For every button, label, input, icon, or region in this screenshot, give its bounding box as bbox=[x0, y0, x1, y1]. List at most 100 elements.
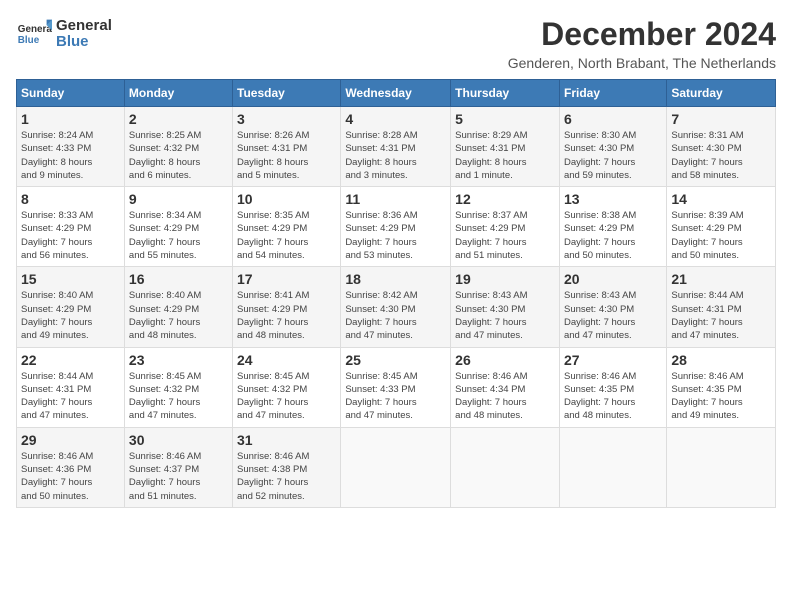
logo-icon: General Blue bbox=[16, 16, 52, 52]
logo-text2: Blue bbox=[56, 34, 112, 51]
day-info: Sunrise: 8:29 AMSunset: 4:31 PMDaylight:… bbox=[455, 129, 555, 182]
day-info: Sunrise: 8:39 AMSunset: 4:29 PMDaylight:… bbox=[671, 209, 771, 262]
day-cell: 26 Sunrise: 8:46 AMSunset: 4:34 PMDayligh… bbox=[451, 347, 560, 427]
week-row-1: 1 Sunrise: 8:24 AMSunset: 4:33 PMDaylight… bbox=[17, 107, 776, 187]
week-row-5: 29 Sunrise: 8:46 AMSunset: 4:36 PMDayligh… bbox=[17, 427, 776, 507]
col-header-wednesday: Wednesday bbox=[341, 80, 451, 107]
month-title: December 2024 bbox=[508, 16, 776, 53]
calendar-table: SundayMondayTuesdayWednesdayThursdayFrid… bbox=[16, 79, 776, 508]
day-cell: 17Sunrise: 8:41 AMSunset: 4:29 PMDayligh… bbox=[233, 267, 341, 347]
day-cell: 19 Sunrise: 8:43 AMSunset: 4:30 PMDayligh… bbox=[451, 267, 560, 347]
logo: General Blue General Blue bbox=[16, 16, 112, 52]
day-info: Sunrise: 8:45 AMSunset: 4:32 PMDaylight:… bbox=[129, 370, 228, 423]
week-row-3: 15 Sunrise: 8:40 AMSunset: 4:29 PMDayligh… bbox=[17, 267, 776, 347]
day-info: Sunrise: 8:45 AMSunset: 4:32 PMDaylight:… bbox=[237, 370, 336, 423]
day-number: 29 bbox=[21, 432, 120, 448]
location: Genderen, North Brabant, The Netherlands bbox=[508, 55, 776, 71]
day-number: 25 bbox=[345, 352, 446, 368]
col-header-thursday: Thursday bbox=[451, 80, 560, 107]
day-cell: 12 Sunrise: 8:37 AMSunset: 4:29 PMDayligh… bbox=[451, 187, 560, 267]
day-number: 9 bbox=[129, 191, 228, 207]
day-info: Sunrise: 8:45 AMSunset: 4:33 PMDaylight:… bbox=[345, 370, 446, 423]
day-number: 3 bbox=[237, 111, 336, 127]
day-number: 8 bbox=[21, 191, 120, 207]
day-cell: 9 Sunrise: 8:34 AMSunset: 4:29 PMDaylight… bbox=[124, 187, 232, 267]
col-header-saturday: Saturday bbox=[667, 80, 776, 107]
day-info: Sunrise: 8:40 AMSunset: 4:29 PMDaylight:… bbox=[129, 289, 228, 342]
day-number: 2 bbox=[129, 111, 228, 127]
day-number: 28 bbox=[671, 352, 771, 368]
day-cell: 24Sunrise: 8:45 AMSunset: 4:32 PMDayligh… bbox=[233, 347, 341, 427]
day-info: Sunrise: 8:43 AMSunset: 4:30 PMDaylight:… bbox=[455, 289, 555, 342]
day-cell: 29 Sunrise: 8:46 AMSunset: 4:36 PMDayligh… bbox=[17, 427, 125, 507]
day-info: Sunrise: 8:46 AMSunset: 4:37 PMDaylight:… bbox=[129, 450, 228, 503]
day-info: Sunrise: 8:40 AMSunset: 4:29 PMDaylight:… bbox=[21, 289, 120, 342]
day-info: Sunrise: 8:41 AMSunset: 4:29 PMDaylight:… bbox=[237, 289, 336, 342]
day-number: 5 bbox=[455, 111, 555, 127]
day-cell: 21Sunrise: 8:44 AMSunset: 4:31 PMDayligh… bbox=[667, 267, 776, 347]
day-number: 11 bbox=[345, 191, 446, 207]
day-number: 14 bbox=[671, 191, 771, 207]
day-info: Sunrise: 8:31 AMSunset: 4:30 PMDaylight:… bbox=[671, 129, 771, 182]
day-info: Sunrise: 8:28 AMSunset: 4:31 PMDaylight:… bbox=[345, 129, 446, 182]
col-header-sunday: Sunday bbox=[17, 80, 125, 107]
day-cell: 22Sunrise: 8:44 AMSunset: 4:31 PMDayligh… bbox=[17, 347, 125, 427]
day-info: Sunrise: 8:34 AMSunset: 4:29 PMDaylight:… bbox=[129, 209, 228, 262]
day-cell bbox=[559, 427, 666, 507]
day-info: Sunrise: 8:44 AMSunset: 4:31 PMDaylight:… bbox=[671, 289, 771, 342]
logo-text: General bbox=[56, 18, 112, 35]
day-info: Sunrise: 8:36 AMSunset: 4:29 PMDaylight:… bbox=[345, 209, 446, 262]
day-info: Sunrise: 8:25 AMSunset: 4:32 PMDaylight:… bbox=[129, 129, 228, 182]
day-number: 1 bbox=[21, 111, 120, 127]
day-cell: 6Sunrise: 8:30 AMSunset: 4:30 PMDaylight… bbox=[559, 107, 666, 187]
day-cell bbox=[341, 427, 451, 507]
day-number: 31 bbox=[237, 432, 336, 448]
day-number: 6 bbox=[564, 111, 662, 127]
day-number: 4 bbox=[345, 111, 446, 127]
day-info: Sunrise: 8:46 AMSunset: 4:34 PMDaylight:… bbox=[455, 370, 555, 423]
col-header-tuesday: Tuesday bbox=[233, 80, 341, 107]
week-row-4: 22Sunrise: 8:44 AMSunset: 4:31 PMDayligh… bbox=[17, 347, 776, 427]
day-number: 12 bbox=[455, 191, 555, 207]
day-info: Sunrise: 8:37 AMSunset: 4:29 PMDaylight:… bbox=[455, 209, 555, 262]
day-info: Sunrise: 8:46 AMSunset: 4:36 PMDaylight:… bbox=[21, 450, 120, 503]
page-header: General Blue General Blue December 2024 … bbox=[16, 16, 776, 71]
svg-text:General: General bbox=[18, 24, 52, 35]
title-block: December 2024 Genderen, North Brabant, T… bbox=[508, 16, 776, 71]
header-row: SundayMondayTuesdayWednesdayThursdayFrid… bbox=[17, 80, 776, 107]
day-info: Sunrise: 8:35 AMSunset: 4:29 PMDaylight:… bbox=[237, 209, 336, 262]
day-cell: 15 Sunrise: 8:40 AMSunset: 4:29 PMDayligh… bbox=[17, 267, 125, 347]
day-info: Sunrise: 8:46 AMSunset: 4:38 PMDaylight:… bbox=[237, 450, 336, 503]
day-number: 15 bbox=[21, 271, 120, 287]
day-number: 10 bbox=[237, 191, 336, 207]
day-info: Sunrise: 8:46 AMSunset: 4:35 PMDaylight:… bbox=[564, 370, 662, 423]
day-info: Sunrise: 8:24 AMSunset: 4:33 PMDaylight:… bbox=[21, 129, 120, 182]
col-header-monday: Monday bbox=[124, 80, 232, 107]
day-cell: 1 Sunrise: 8:24 AMSunset: 4:33 PMDaylight… bbox=[17, 107, 125, 187]
day-cell: 2 Sunrise: 8:25 AMSunset: 4:32 PMDaylight… bbox=[124, 107, 232, 187]
day-cell: 3 Sunrise: 8:26 AMSunset: 4:31 PMDaylight… bbox=[233, 107, 341, 187]
col-header-friday: Friday bbox=[559, 80, 666, 107]
day-cell bbox=[667, 427, 776, 507]
day-number: 7 bbox=[671, 111, 771, 127]
day-cell: 23 Sunrise: 8:45 AMSunset: 4:32 PMDayligh… bbox=[124, 347, 232, 427]
day-cell: 20 Sunrise: 8:43 AMSunset: 4:30 PMDayligh… bbox=[559, 267, 666, 347]
day-cell: 5 Sunrise: 8:29 AMSunset: 4:31 PMDaylight… bbox=[451, 107, 560, 187]
day-info: Sunrise: 8:43 AMSunset: 4:30 PMDaylight:… bbox=[564, 289, 662, 342]
svg-text:Blue: Blue bbox=[18, 35, 40, 46]
day-cell bbox=[451, 427, 560, 507]
day-info: Sunrise: 8:26 AMSunset: 4:31 PMDaylight:… bbox=[237, 129, 336, 182]
day-cell: 25 Sunrise: 8:45 AMSunset: 4:33 PMDayligh… bbox=[341, 347, 451, 427]
day-number: 20 bbox=[564, 271, 662, 287]
day-number: 26 bbox=[455, 352, 555, 368]
day-cell: 28 Sunrise: 8:46 AMSunset: 4:35 PMDayligh… bbox=[667, 347, 776, 427]
day-number: 19 bbox=[455, 271, 555, 287]
day-number: 16 bbox=[129, 271, 228, 287]
day-cell: 27 Sunrise: 8:46 AMSunset: 4:35 PMDayligh… bbox=[559, 347, 666, 427]
day-info: Sunrise: 8:46 AMSunset: 4:35 PMDaylight:… bbox=[671, 370, 771, 423]
day-cell: 14 Sunrise: 8:39 AMSunset: 4:29 PMDayligh… bbox=[667, 187, 776, 267]
day-number: 23 bbox=[129, 352, 228, 368]
day-info: Sunrise: 8:33 AMSunset: 4:29 PMDaylight:… bbox=[21, 209, 120, 262]
day-number: 27 bbox=[564, 352, 662, 368]
day-cell: 8 Sunrise: 8:33 AMSunset: 4:29 PMDaylight… bbox=[17, 187, 125, 267]
